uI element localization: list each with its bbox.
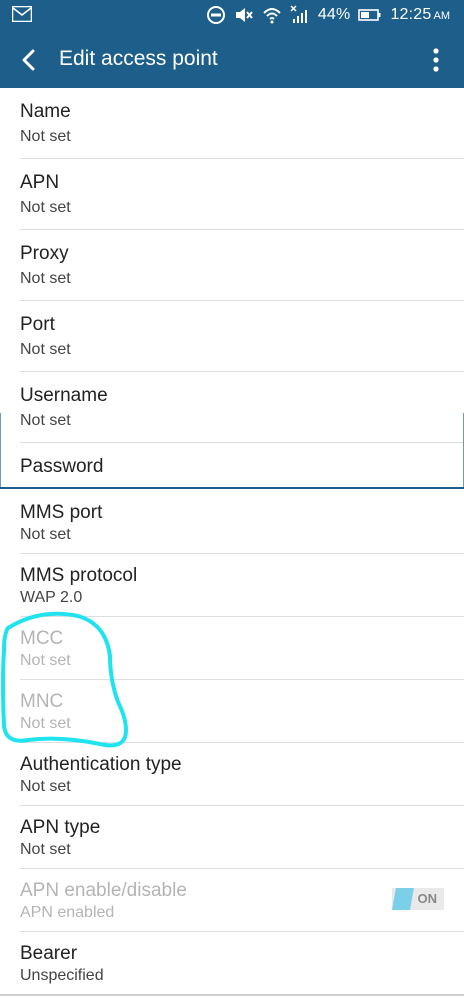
wifi-icon	[263, 8, 281, 24]
field-name[interactable]: Name Not set	[0, 88, 464, 159]
apn-enable-toggle[interactable]: ON	[392, 888, 444, 910]
field-title: Proxy	[20, 243, 69, 264]
field-value: Not set	[20, 412, 71, 429]
field-value: APN enabled	[20, 904, 115, 921]
field-value: Not set	[20, 715, 71, 732]
field-value: Not set	[20, 341, 71, 358]
back-arrow-icon	[22, 49, 35, 71]
field-mnc: MNC Not set	[0, 680, 464, 743]
field-value: Not set	[20, 128, 71, 145]
field-title: Authentication type	[20, 754, 182, 775]
toggle-knob	[392, 888, 414, 910]
field-title: Password	[20, 456, 104, 477]
field-title: MMS protocol	[20, 565, 138, 586]
field-title: MMS port	[20, 502, 103, 523]
field-apn-enable-disable: APN enable/disable APN enabled ON	[0, 869, 464, 932]
back-button[interactable]	[14, 45, 44, 75]
field-bearer[interactable]: Bearer Unspecified	[0, 932, 464, 995]
seam-edge-left	[0, 413, 1, 488]
field-title: MNC	[20, 691, 64, 712]
bottom-edge	[0, 994, 464, 996]
overflow-menu-icon	[433, 48, 439, 72]
field-title: Port	[20, 314, 55, 335]
dnd-icon	[206, 6, 225, 24]
field-mcc: MCC Not set	[0, 617, 464, 680]
field-title: APN enable/disable	[20, 880, 187, 901]
field-proxy[interactable]: Proxy Not set	[0, 230, 464, 301]
field-value: Not set	[20, 199, 71, 216]
field-value: Not set	[20, 652, 71, 669]
seam-line	[0, 487, 464, 489]
status-bar: 44% 12:25 AM	[0, 0, 464, 31]
battery-icon	[358, 9, 381, 21]
toggle-label: ON	[417, 891, 438, 906]
field-title: APN type	[20, 817, 101, 838]
field-title: Username	[20, 385, 108, 406]
field-value: Unspecified	[20, 967, 104, 984]
field-mms-port[interactable]: MMS port Not set	[0, 489, 464, 554]
field-value: Not set	[20, 841, 71, 858]
field-title: MCC	[20, 628, 64, 649]
field-value: WAP 2.0	[20, 589, 83, 606]
field-username[interactable]: Username Not set	[0, 372, 464, 443]
field-title: APN	[20, 172, 60, 193]
field-mms-protocol[interactable]: MMS protocol WAP 2.0	[0, 554, 464, 617]
field-password[interactable]: Password	[0, 443, 464, 487]
field-value: Not set	[20, 526, 71, 543]
mail-icon	[12, 6, 32, 22]
clock-time: 12:25	[390, 6, 432, 23]
field-value: Not set	[20, 778, 71, 795]
field-apn[interactable]: APN Not set	[0, 159, 464, 230]
field-value: Not set	[20, 270, 71, 287]
field-apn-type[interactable]: APN type Not set	[0, 806, 464, 869]
battery-percent: 44%	[317, 6, 351, 23]
field-title: Bearer	[20, 943, 78, 964]
field-title: Name	[20, 101, 71, 122]
clock-ampm: AM	[433, 10, 451, 22]
app-bar: Edit access point	[0, 31, 464, 88]
field-port[interactable]: Port Not set	[0, 301, 464, 372]
field-authentication-type[interactable]: Authentication type Not set	[0, 743, 464, 806]
no-signal-icon	[290, 5, 307, 23]
page-title: Edit access point	[59, 47, 218, 70]
overflow-menu-button[interactable]	[426, 45, 446, 75]
mute-icon	[235, 8, 253, 22]
